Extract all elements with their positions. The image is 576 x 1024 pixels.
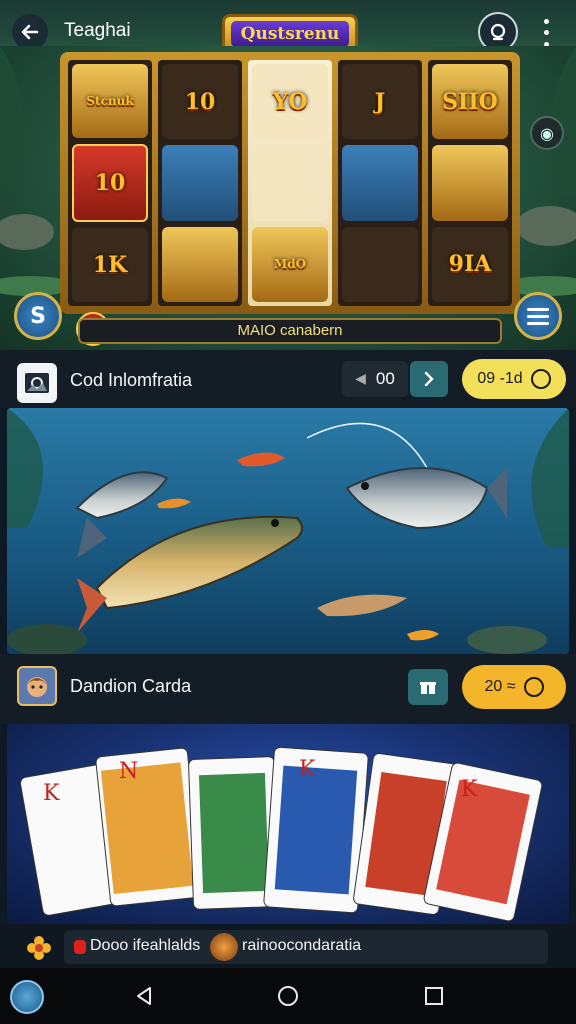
slot-menu-button[interactable] <box>514 292 562 340</box>
slot-symbol-text: 9IA <box>448 251 492 278</box>
coin-icon <box>530 369 551 389</box>
slot-reels-frame: Stcnuk 10 1K 10 YO MdO J SIIO 9IA <box>60 52 520 314</box>
next-button[interactable] <box>410 361 448 397</box>
slot-reels: Stcnuk 10 1K 10 YO MdO J SIIO 9IA <box>68 60 512 306</box>
character-face-icon <box>27 677 47 697</box>
more-options-button[interactable] <box>534 16 558 50</box>
slot-reel: Stcnuk 10 1K <box>68 60 152 306</box>
game-title: Dandion Carda <box>70 676 192 696</box>
slot-status-text: MAIO canabern <box>78 318 502 344</box>
game-row-cod[interactable]: Cod Inlomfratia ◀ 00 09 -1d <box>0 350 576 408</box>
count-value: 00 <box>375 369 395 388</box>
gift-button[interactable] <box>408 669 448 705</box>
circle-home-icon <box>278 986 298 1006</box>
card-fan <box>19 746 543 922</box>
search-icon <box>490 23 506 41</box>
more-dot-icon <box>543 19 549 25</box>
slot-symbol-text: SIIO <box>442 88 498 115</box>
app-shortcut-icon[interactable] <box>10 980 44 1014</box>
count-prefix-icon: ◀ <box>355 371 366 387</box>
slot-symbol: J <box>342 64 418 140</box>
chevron-right-icon <box>424 371 434 387</box>
slot-symbol <box>162 145 238 221</box>
menu-line-icon <box>527 314 549 318</box>
game-avatar-icon <box>17 666 57 706</box>
footer-text-1[interactable]: Dooo ifeahlalds <box>90 937 200 955</box>
game-row-cards[interactable]: Dandion Carda 20 ≈ <box>0 654 576 724</box>
slot-symbol: 10 <box>162 64 238 140</box>
red-gem-icon <box>74 940 86 954</box>
slot-symbol-text: 10 <box>94 170 126 196</box>
slot-symbol-text: 10 <box>184 88 216 115</box>
slot-machine-banner[interactable]: Stcnuk 10 1K 10 YO MdO J SIIO 9IA ◉ S MAIO canab… <box>0 46 576 350</box>
menu-line-icon <box>527 321 549 325</box>
slot-symbol: 9IA <box>432 226 508 302</box>
footer-bar: Dooo ifeahlalds rainoocondaratia <box>64 930 548 964</box>
gift-icon <box>420 682 436 694</box>
slot-symbol-text: J <box>374 88 386 115</box>
game-logo-text: Qustsrenu <box>231 21 349 47</box>
footer-text-2[interactable]: rainoocondaratia <box>242 937 361 955</box>
price-button[interactable]: 20 ≈ <box>462 665 566 709</box>
nav-home-button[interactable] <box>274 982 302 1010</box>
slot-symbol: SIIO <box>432 64 508 140</box>
fishing-game-banner[interactable] <box>7 408 569 654</box>
image-icon <box>25 373 49 393</box>
nav-recents-button[interactable] <box>420 982 448 1010</box>
flower-glyph-icon <box>27 936 51 960</box>
price-label: 09 -1d <box>477 370 523 387</box>
slot-symbol <box>252 145 328 221</box>
orb-icon <box>210 933 238 961</box>
coin-icon <box>523 677 544 697</box>
square-recents-icon <box>425 987 443 1005</box>
price-button[interactable]: 09 -1d <box>462 359 566 399</box>
svg-text:K: K <box>299 757 316 782</box>
right-fish <box>345 467 507 530</box>
slot-symbol: MdO <box>252 226 328 302</box>
slot-symbol-text: MdO <box>273 256 307 271</box>
playing-cards-art: K N K K <box>19 746 543 922</box>
slot-reel: YO MdO <box>248 60 332 306</box>
flower-icon[interactable] <box>24 933 54 963</box>
bottom-info-strip: Dooo ifeahlalds rainoocondaratia <box>0 924 576 968</box>
svg-text:K: K <box>461 777 478 802</box>
game-title: Cod Inlomfratia <box>70 370 193 390</box>
slot-symbol-text: YO <box>272 88 308 115</box>
triangle-back-icon <box>137 987 151 1005</box>
fishing-scene-art <box>7 408 569 654</box>
slot-symbol: Stcnuk <box>72 64 148 138</box>
svg-text:N: N <box>119 759 138 784</box>
more-dot-icon <box>543 30 549 36</box>
slot-symbol: 1K <box>72 228 148 302</box>
nav-back-button[interactable] <box>130 982 158 1010</box>
slot-symbol <box>432 145 508 221</box>
price-label: 20 ≈ <box>484 678 516 695</box>
app-title: Teaghai <box>64 20 131 41</box>
svg-text:K: K <box>43 781 60 806</box>
count-box: ◀ 00 <box>342 361 408 397</box>
side-badge-icon[interactable]: ◉ <box>530 116 564 150</box>
menu-line-icon <box>527 307 549 311</box>
slot-symbol <box>342 145 418 221</box>
system-navigation-bar <box>0 968 576 1024</box>
slot-symbol <box>342 226 418 302</box>
slot-symbol-text: 1K <box>92 252 128 278</box>
slot-left-button[interactable]: S <box>14 292 62 340</box>
game-thumb-icon <box>17 363 57 403</box>
slot-reel: J <box>338 60 422 306</box>
slot-reel: SIIO 9IA <box>428 60 512 306</box>
slot-symbol: 10 <box>72 144 148 222</box>
slot-symbol: YO <box>252 64 328 140</box>
big-fish <box>77 515 303 633</box>
slot-symbol-text: Stcnuk <box>86 93 134 108</box>
back-arrow-icon <box>21 24 39 40</box>
back-button[interactable] <box>12 14 48 50</box>
slot-reel: 10 <box>158 60 242 306</box>
card-game-banner[interactable]: K N K K <box>7 724 569 924</box>
slot-symbol <box>162 226 238 302</box>
